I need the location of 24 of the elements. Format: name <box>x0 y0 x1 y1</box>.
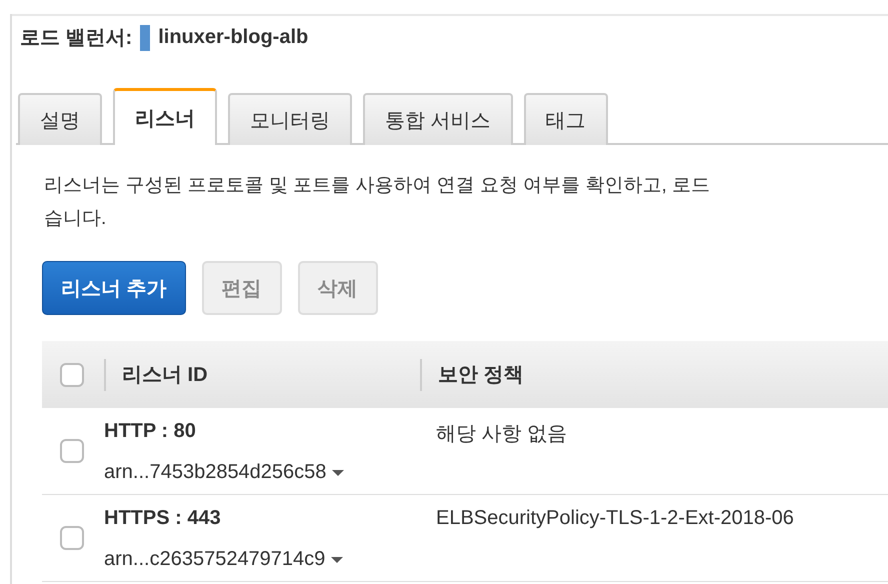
caret-icon[interactable] <box>331 556 344 562</box>
load-balancer-label: 로드 밸런서: <box>20 26 132 51</box>
load-balancer-name: linuxer-blog-alb <box>158 26 308 49</box>
tab[interactable]: 통합 서비스 <box>363 93 513 145</box>
checkbox[interactable] <box>60 526 84 550</box>
column-header: 리스너 ID <box>122 363 208 388</box>
tab[interactable]: 리스너 <box>113 88 217 145</box>
security-policy: 해당 사항 없음 <box>436 422 568 447</box>
security-policy: ELBSecurityPolicy-TLS-1-2-Ext-2018-06 <box>436 507 795 530</box>
column-header: 보안 정책 <box>438 363 524 388</box>
action-button[interactable]: 리스너 추가 <box>42 261 186 315</box>
tab[interactable]: 설명 <box>18 93 102 145</box>
listener-arn: arn...c2635752479714c9 <box>104 548 326 571</box>
checkbox[interactable] <box>60 439 84 463</box>
description-text: 습니다. <box>44 207 106 231</box>
checkbox[interactable] <box>60 362 84 386</box>
listener-protocol: HTTP : 80 <box>104 420 197 443</box>
tab[interactable]: 태그 <box>524 93 608 145</box>
tab[interactable]: 모니터링 <box>228 93 352 145</box>
description-text: 리스너는 구성된 프로토콜 및 포트를 사용하여 연결 요청 여부를 확인하고, 로드 <box>44 174 710 198</box>
marker-icon <box>140 24 150 50</box>
caret-icon[interactable] <box>332 470 344 476</box>
listener-protocol: HTTPS : 443 <box>104 507 222 530</box>
listener-arn: arn...7453b2854d256c58 <box>104 461 326 484</box>
